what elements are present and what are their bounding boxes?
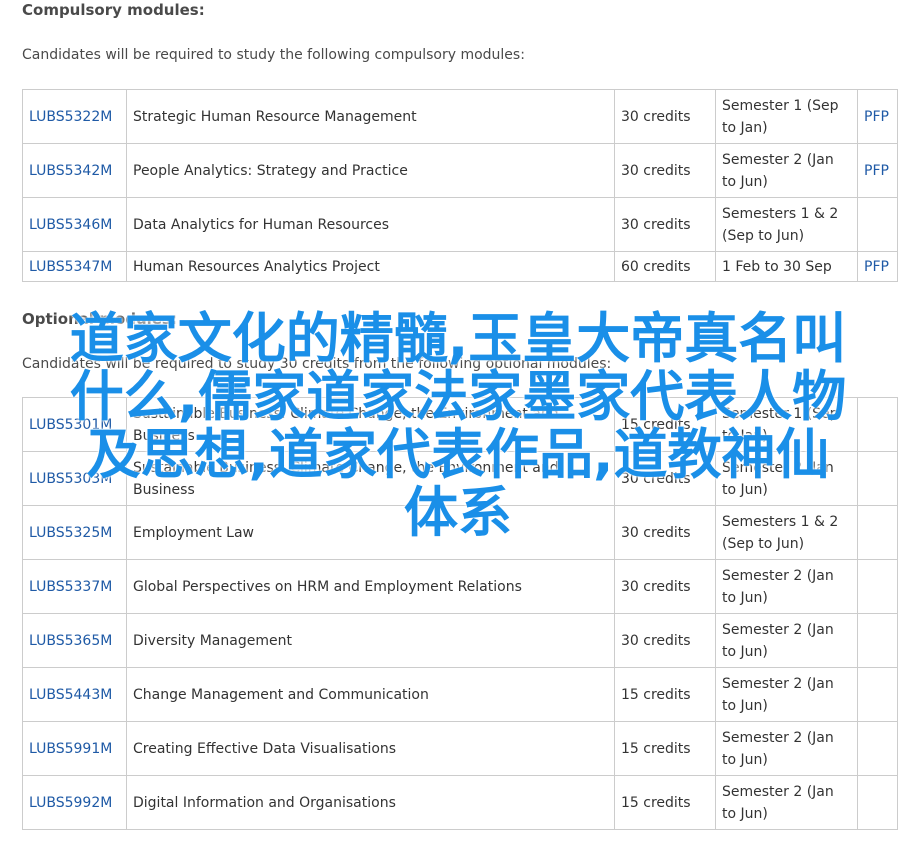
module-pfp-cell: PFP bbox=[857, 143, 898, 198]
table-row: LUBS5337M Global Perspectives on HRM and… bbox=[22, 559, 898, 614]
module-code-cell: LUBS5301M bbox=[22, 397, 127, 452]
module-credits-cell: 15 credits bbox=[614, 397, 716, 452]
module-credits-cell: 30 credits bbox=[614, 143, 716, 198]
table-row: LUBS5301M Sustainable Business: Climate … bbox=[22, 397, 898, 452]
compulsory-modules-table: LUBS5322M Strategic Human Resource Manag… bbox=[22, 89, 898, 282]
module-title-cell: People Analytics: Strategy and Practice bbox=[126, 143, 615, 198]
module-title-cell: Strategic Human Resource Management bbox=[126, 89, 615, 144]
module-title-cell: Digital Information and Organisations bbox=[126, 775, 615, 830]
table-row: LUBS5303M Sustainable Business: Climate … bbox=[22, 451, 898, 506]
module-code-link[interactable]: LUBS5443M bbox=[29, 687, 112, 703]
table-row: LUBS5991M Creating Effective Data Visual… bbox=[22, 721, 898, 776]
pfp-link[interactable]: PFP bbox=[864, 259, 889, 275]
module-title-cell: Human Resources Analytics Project bbox=[126, 251, 615, 282]
compulsory-modules-heading: Compulsory modules: bbox=[22, 1, 205, 19]
module-pfp-cell bbox=[857, 197, 898, 252]
module-semester-cell: Semester 2 (Jan to Jun) bbox=[715, 613, 858, 668]
module-code-cell: LUBS5346M bbox=[22, 197, 127, 252]
module-code-link[interactable]: LUBS5347M bbox=[29, 259, 112, 275]
module-credits-cell: 30 credits bbox=[614, 89, 716, 144]
module-title-cell: Change Management and Communication bbox=[126, 667, 615, 722]
optional-modules-heading: Optional modules: bbox=[22, 310, 177, 328]
module-code-cell: LUBS5992M bbox=[22, 775, 127, 830]
module-code-link[interactable]: LUBS5301M bbox=[29, 417, 112, 433]
module-semester-cell: Semester 2 (Jan to Jun) bbox=[715, 451, 858, 506]
module-semester-cell: Semester 1 (Sep to Jan) bbox=[715, 397, 858, 452]
module-pfp-cell: PFP bbox=[857, 89, 898, 144]
module-semester-cell: Semesters 1 & 2 (Sep to Jun) bbox=[715, 505, 858, 560]
module-semester-cell: Semester 2 (Jan to Jun) bbox=[715, 143, 858, 198]
module-code-cell: LUBS5991M bbox=[22, 721, 127, 776]
table-row: LUBS5347M Human Resources Analytics Proj… bbox=[22, 251, 898, 282]
module-code-cell: LUBS5337M bbox=[22, 559, 127, 614]
module-semester-cell: Semester 2 (Jan to Jun) bbox=[715, 775, 858, 830]
module-semester-cell: Semester 1 (Sep to Jan) bbox=[715, 89, 858, 144]
module-semester-cell: Semesters 1 & 2 (Sep to Jun) bbox=[715, 197, 858, 252]
module-semester-cell: Semester 2 (Jan to Jun) bbox=[715, 559, 858, 614]
module-credits-cell: 15 credits bbox=[614, 775, 716, 830]
pfp-link[interactable]: PFP bbox=[864, 109, 889, 125]
table-row: LUBS5992M Digital Information and Organi… bbox=[22, 775, 898, 830]
module-code-link[interactable]: LUBS5992M bbox=[29, 795, 112, 811]
module-code-cell: LUBS5342M bbox=[22, 143, 127, 198]
module-title-cell: Creating Effective Data Visualisations bbox=[126, 721, 615, 776]
module-title-cell: Employment Law bbox=[126, 505, 615, 560]
module-title-cell: Data Analytics for Human Resources bbox=[126, 197, 615, 252]
compulsory-modules-intro: Candidates will be required to study the… bbox=[22, 47, 525, 63]
module-credits-cell: 30 credits bbox=[614, 613, 716, 668]
table-row: LUBS5346M Data Analytics for Human Resou… bbox=[22, 197, 898, 252]
module-code-link[interactable]: LUBS5337M bbox=[29, 579, 112, 595]
module-code-link[interactable]: LUBS5365M bbox=[29, 633, 112, 649]
module-code-cell: LUBS5322M bbox=[22, 89, 127, 144]
module-pfp-cell bbox=[857, 559, 898, 614]
table-row: LUBS5322M Strategic Human Resource Manag… bbox=[22, 89, 898, 144]
table-row: LUBS5365M Diversity Management 30 credit… bbox=[22, 613, 898, 668]
module-semester-cell: Semester 2 (Jan to Jun) bbox=[715, 667, 858, 722]
module-code-cell: LUBS5365M bbox=[22, 613, 127, 668]
module-credits-cell: 30 credits bbox=[614, 451, 716, 506]
module-title-cell: Global Perspectives on HRM and Employmen… bbox=[126, 559, 615, 614]
module-pfp-cell bbox=[857, 775, 898, 830]
module-code-link[interactable]: LUBS5303M bbox=[29, 471, 112, 487]
module-code-cell: LUBS5443M bbox=[22, 667, 127, 722]
optional-modules-intro: Candidates will be required to study 30 … bbox=[22, 356, 612, 372]
module-pfp-cell bbox=[857, 721, 898, 776]
module-code-link[interactable]: LUBS5991M bbox=[29, 741, 112, 757]
module-credits-cell: 30 credits bbox=[614, 197, 716, 252]
module-credits-cell: 60 credits bbox=[614, 251, 716, 282]
module-code-link[interactable]: LUBS5325M bbox=[29, 525, 112, 541]
optional-modules-table: LUBS5301M Sustainable Business: Climate … bbox=[22, 397, 898, 830]
table-row: LUBS5342M People Analytics: Strategy and… bbox=[22, 143, 898, 198]
module-title-cell: Diversity Management bbox=[126, 613, 615, 668]
module-credits-cell: 15 credits bbox=[614, 721, 716, 776]
module-pfp-cell bbox=[857, 613, 898, 668]
table-row: LUBS5443M Change Management and Communic… bbox=[22, 667, 898, 722]
module-code-link[interactable]: LUBS5322M bbox=[29, 109, 112, 125]
module-code-link[interactable]: LUBS5342M bbox=[29, 163, 112, 179]
pfp-link[interactable]: PFP bbox=[864, 163, 889, 179]
module-semester-cell: 1 Feb to 30 Sep bbox=[715, 251, 858, 282]
module-code-cell: LUBS5325M bbox=[22, 505, 127, 560]
module-title-cell: Sustainable Business: Climate Change, th… bbox=[126, 397, 615, 452]
module-credits-cell: 15 credits bbox=[614, 667, 716, 722]
module-pfp-cell bbox=[857, 451, 898, 506]
module-pfp-cell bbox=[857, 397, 898, 452]
module-credits-cell: 30 credits bbox=[614, 505, 716, 560]
module-code-link[interactable]: LUBS5346M bbox=[29, 217, 112, 233]
module-pfp-cell: PFP bbox=[857, 251, 898, 282]
module-code-cell: LUBS5303M bbox=[22, 451, 127, 506]
module-semester-cell: Semester 2 (Jan to Jun) bbox=[715, 721, 858, 776]
module-listing-page: Compulsory modules: Candidates will be r… bbox=[0, 0, 916, 845]
module-title-cell: Sustainable Business: Climate Change, th… bbox=[126, 451, 615, 506]
module-pfp-cell bbox=[857, 667, 898, 722]
module-code-cell: LUBS5347M bbox=[22, 251, 127, 282]
module-credits-cell: 30 credits bbox=[614, 559, 716, 614]
table-row: LUBS5325M Employment Law 30 credits Seme… bbox=[22, 505, 898, 560]
module-pfp-cell bbox=[857, 505, 898, 560]
